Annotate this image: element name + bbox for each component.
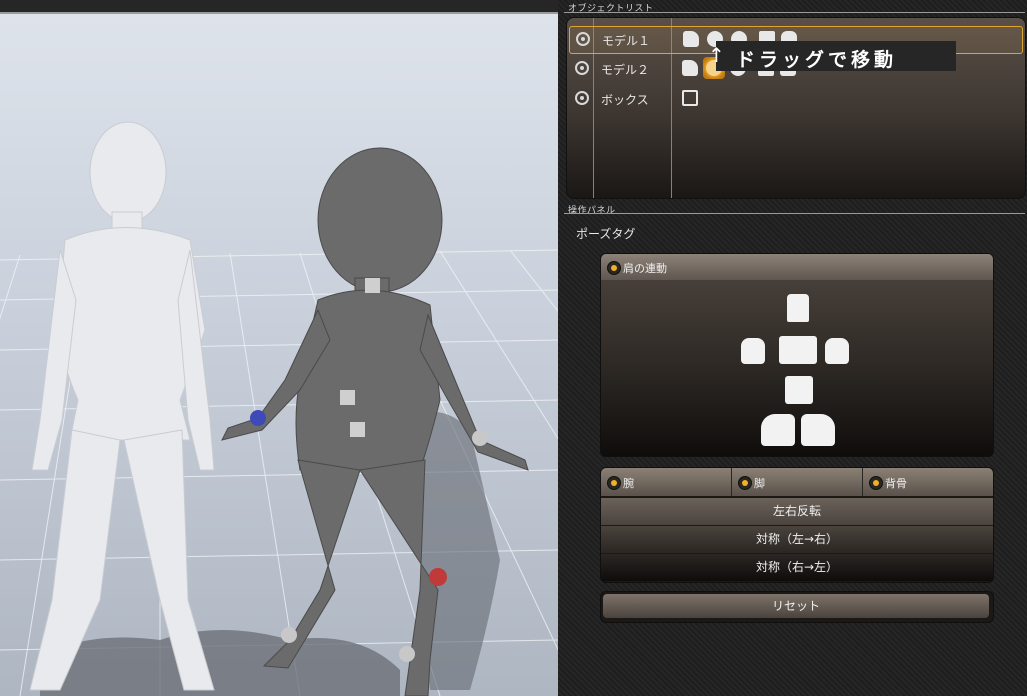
up-arrow-icon: ↑ (708, 43, 725, 67)
shoulder-link-label: 肩の連動 (623, 262, 667, 275)
tab-arm-label: 腕 (623, 477, 634, 490)
handle-right-wrist (472, 430, 488, 446)
handle-neck (365, 278, 380, 293)
object-name: モデル１ (602, 34, 651, 48)
eye-icon[interactable] (575, 91, 589, 105)
radio-icon[interactable] (607, 476, 621, 490)
symmetry-left-to-right-button[interactable]: 対称（左→右） (601, 526, 993, 553)
viewport-scene (0, 121, 558, 696)
radio-icon[interactable] (738, 476, 752, 490)
flip-button[interactable]: 左右反転 (601, 498, 993, 525)
right-foot-icon[interactable] (761, 414, 795, 446)
radio-icon[interactable] (869, 476, 883, 490)
3d-viewport[interactable] (0, 0, 558, 696)
operation-panel-title: 操作パネル (568, 206, 616, 216)
right-hand-icon[interactable] (741, 338, 765, 364)
tab-spine-label: 背骨 (885, 477, 907, 490)
symmetry-panel: 腕 脚 背骨 左右反転 対称（左→右） 対称（右→左） (600, 467, 994, 583)
head-part-icon[interactable] (787, 294, 809, 322)
tooltip-text: ドラッグで移動 (736, 49, 898, 71)
tab-arm[interactable]: 腕 (601, 468, 732, 496)
handle-waist (340, 390, 355, 405)
reset-panel: リセット (600, 591, 994, 623)
symmetry-right-to-left-button[interactable]: 対称（右→左） (601, 554, 993, 581)
divider (564, 12, 1025, 13)
handle-right-ankle (399, 646, 415, 662)
handle-left-ankle (281, 627, 297, 643)
left-hand-icon[interactable] (825, 338, 849, 364)
radio-icon[interactable] (607, 261, 621, 275)
handle-left-wrist (250, 410, 266, 426)
box-icon[interactable] (679, 87, 701, 109)
tab-spine[interactable]: 背骨 (863, 468, 993, 496)
torso-part-icon[interactable] (779, 336, 817, 364)
handle-knee (429, 568, 447, 586)
eye-icon[interactable] (576, 32, 590, 46)
reset-button[interactable]: リセット (603, 594, 989, 618)
body-link-panel: 肩の連動 (600, 253, 994, 457)
tab-leg[interactable]: 脚 (732, 468, 863, 496)
left-foot-icon[interactable] (801, 414, 835, 446)
eye-icon[interactable] (575, 61, 589, 75)
move-person-icon[interactable] (679, 57, 701, 79)
white-figure (29, 121, 215, 691)
legs-part-icon[interactable] (785, 376, 813, 404)
handle-hip (350, 422, 365, 437)
divider (564, 213, 1025, 214)
object-name: モデル２ (601, 63, 650, 77)
tab-leg-label: 脚 (754, 477, 765, 490)
pose-tag-label: ポーズタグ (576, 227, 636, 241)
object-name: ボックス (601, 93, 649, 107)
object-row-box[interactable]: ボックス (569, 86, 1021, 112)
move-person-icon[interactable] (680, 28, 702, 50)
shoulder-link-header[interactable]: 肩の連動 (601, 254, 993, 280)
side-panel: オブジェクトリスト モデル１ モデル２ ボックス 操作パネル ポーズタグ 肩の連… (558, 0, 1027, 696)
drag-tooltip: ↑ ドラッグで移動 (708, 41, 956, 71)
